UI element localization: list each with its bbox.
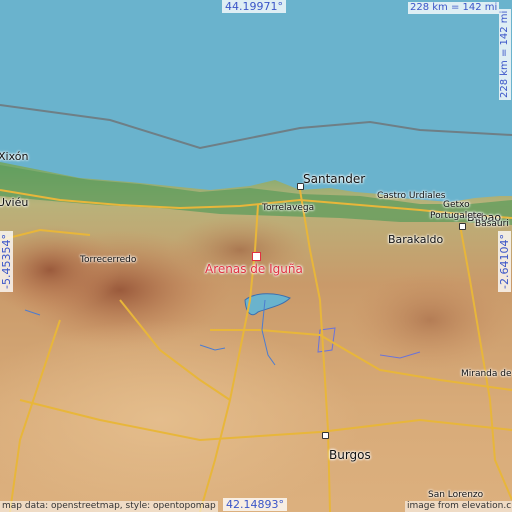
latitude-bottom: 42.14893° bbox=[223, 498, 287, 511]
city-marker-bilbao[interactable] bbox=[459, 223, 466, 230]
focus-place-label[interactable]: Arenas de Iguña bbox=[205, 262, 303, 276]
place-label-san-lorenzo[interactable]: San Lorenzo bbox=[428, 490, 483, 500]
focus-place-marker[interactable] bbox=[252, 252, 261, 261]
place-label-getxo[interactable]: Getxo bbox=[443, 200, 470, 210]
place-label-castro-urdiales[interactable]: Castro Urdiales bbox=[377, 191, 445, 201]
place-label-miranda-de-ebro[interactable]: Miranda de Ebro bbox=[461, 369, 512, 379]
latitude-top: 44.19971° bbox=[222, 0, 286, 13]
place-label-santander[interactable]: Santander bbox=[303, 172, 365, 186]
place-label-torrelavega[interactable]: Torrelavega bbox=[262, 203, 314, 213]
city-marker-burgos[interactable] bbox=[322, 432, 329, 439]
place-label-uvieu[interactable]: Uviéu bbox=[0, 196, 28, 209]
image-credit: image from elevation.city bbox=[405, 501, 512, 512]
basque-mountains bbox=[350, 270, 510, 370]
scale-horizontal: 228 km = 142 mi bbox=[408, 2, 500, 14]
longitude-right: -2.64104° bbox=[498, 231, 511, 292]
longitude-left: -5.45354° bbox=[0, 231, 13, 292]
place-label-portugalete[interactable]: Portugalete bbox=[430, 211, 482, 221]
map-credit: map data: openstreetmap, style: opentopo… bbox=[0, 501, 218, 512]
place-label-barakaldo[interactable]: Barakaldo bbox=[388, 233, 443, 246]
place-label-torrecerredo[interactable]: Torrecerredo bbox=[80, 255, 136, 265]
map-view[interactable]: Arenas de Iguña Xixón Santander Torrelav… bbox=[0, 0, 512, 512]
scale-vertical: 228 km = 142 mi bbox=[499, 8, 511, 100]
place-label-xixon[interactable]: Xixón bbox=[0, 150, 28, 163]
place-label-burgos[interactable]: Burgos bbox=[329, 448, 371, 462]
